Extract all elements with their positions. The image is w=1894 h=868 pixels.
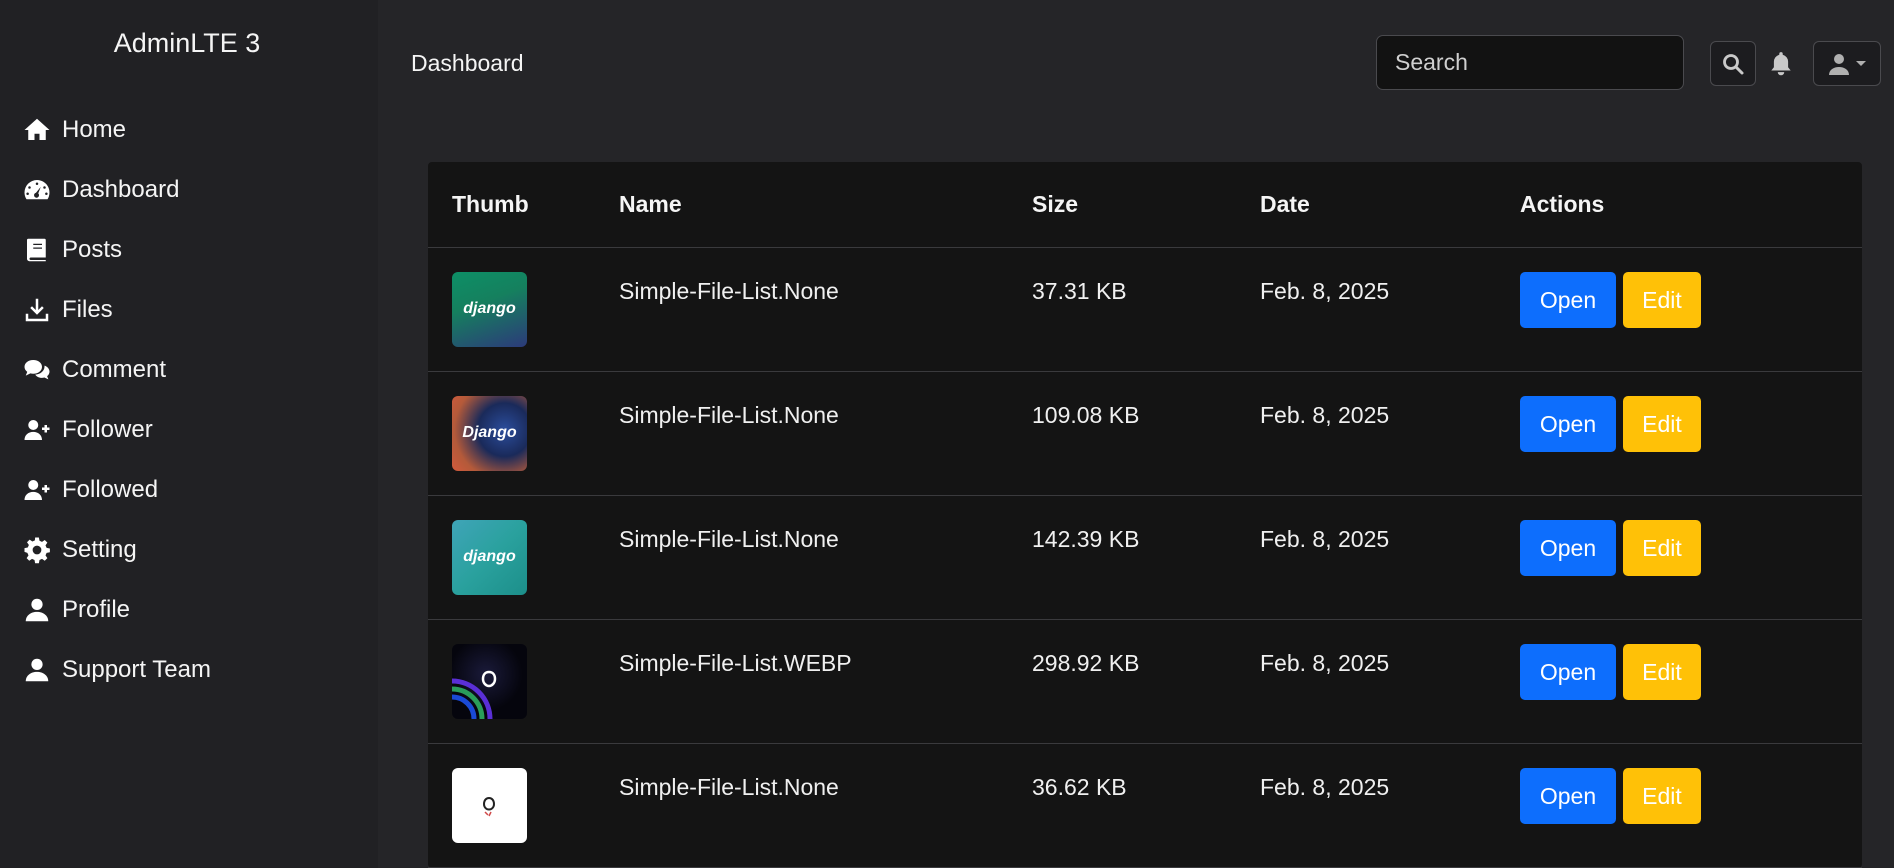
- file-name: Simple-File-List.None: [619, 743, 1032, 868]
- file-size: 298.92 KB: [1032, 619, 1260, 744]
- table-row: Simple-File-List.None 36.62 KB Feb. 8, 2…: [428, 743, 1862, 868]
- file-thumbnail[interactable]: django: [452, 271, 527, 347]
- sidebar-item-label: Dashboard: [62, 176, 180, 203]
- search-button[interactable]: [1710, 41, 1756, 86]
- sidebar-item-label: Files: [62, 296, 113, 323]
- edit-button[interactable]: Edit: [1623, 519, 1701, 576]
- table-row: django Simple-File-List.None 142.39 KB F…: [428, 495, 1862, 620]
- edit-button[interactable]: Edit: [1623, 643, 1701, 700]
- sidebar-item-label: Comment: [62, 356, 167, 383]
- user-icon: [25, 598, 49, 622]
- search-icon: [1723, 53, 1744, 74]
- sidebar-item-follower[interactable]: Follower: [0, 400, 378, 460]
- open-button[interactable]: Open: [1520, 271, 1616, 328]
- sidebar-item-home[interactable]: Home: [0, 100, 378, 160]
- sidebar-item-dashboard[interactable]: Dashboard: [0, 160, 378, 220]
- logo-image-icon: [452, 670, 497, 719]
- sidebar-item-profile[interactable]: Profile: [0, 580, 378, 640]
- open-button[interactable]: Open: [1520, 519, 1616, 576]
- file-size: 142.39 KB: [1032, 495, 1260, 620]
- sidebar-item-setting[interactable]: Setting: [0, 520, 378, 580]
- comments-icon: [24, 360, 50, 380]
- sidebar-item-label: Follower: [62, 416, 153, 443]
- sidebar: AdminLTE 3 Home Dashboard Posts Files Co…: [0, 0, 378, 868]
- user-dropdown-icon: [1829, 53, 1866, 75]
- sidebar-item-label: Home: [62, 116, 127, 143]
- file-thumbnail[interactable]: django: [452, 519, 527, 595]
- file-date: Feb. 8, 2025: [1260, 371, 1520, 496]
- main-content: Dashboard Thumb Name Size Date Actions d…: [378, 0, 1894, 868]
- sidebar-item-support-team[interactable]: Support Team: [0, 640, 378, 700]
- sidebar-item-followed[interactable]: Followed: [0, 460, 378, 520]
- sidebar-item-label: Setting: [62, 536, 137, 563]
- user-plus-icon: [24, 480, 50, 500]
- file-date: Feb. 8, 2025: [1260, 247, 1520, 372]
- column-header-actions: Actions: [1520, 162, 1862, 248]
- files-table: Thumb Name Size Date Actions django Simp…: [428, 162, 1862, 868]
- sidebar-item-posts[interactable]: Posts: [0, 220, 378, 280]
- file-date: Feb. 8, 2025: [1260, 619, 1520, 744]
- file-name: Simple-File-List.WEBP: [619, 619, 1032, 744]
- page-title: Dashboard: [411, 50, 524, 76]
- files-table-card: Thumb Name Size Date Actions django Simp…: [428, 162, 1862, 868]
- edit-button[interactable]: Edit: [1623, 395, 1701, 452]
- file-thumbnail[interactable]: [452, 643, 527, 719]
- file-date: Feb. 8, 2025: [1260, 743, 1520, 868]
- sidebar-item-label: Profile: [62, 596, 131, 623]
- table-row: django Simple-File-List.None 37.31 KB Fe…: [428, 247, 1862, 372]
- dashboard-gauge-icon: [24, 180, 50, 200]
- file-thumbnail[interactable]: Django: [452, 395, 527, 471]
- table-header-row: Thumb Name Size Date Actions: [428, 162, 1862, 248]
- file-name: Simple-File-List.None: [619, 371, 1032, 496]
- table-row: Simple-File-List.WEBP 298.92 KB Feb. 8, …: [428, 619, 1862, 744]
- open-button[interactable]: Open: [1520, 767, 1616, 824]
- column-header-date: Date: [1260, 162, 1520, 248]
- sidebar-item-comment[interactable]: Comment: [0, 340, 378, 400]
- book-icon: [27, 238, 46, 262]
- file-name: Simple-File-List.None: [619, 247, 1032, 372]
- brand-logo-text[interactable]: AdminLTE 3: [0, 28, 374, 59]
- file-size: 109.08 KB: [1032, 371, 1260, 496]
- file-name: Simple-File-List.None: [619, 495, 1032, 620]
- user-menu-button[interactable]: [1813, 41, 1881, 86]
- edit-button[interactable]: Edit: [1623, 767, 1701, 824]
- home-icon: [24, 118, 50, 140]
- search-input[interactable]: [1376, 35, 1684, 90]
- sidebar-item-label: Posts: [62, 236, 123, 263]
- edit-button[interactable]: Edit: [1623, 271, 1701, 328]
- open-button[interactable]: Open: [1520, 643, 1616, 700]
- file-size: 36.62 KB: [1032, 743, 1260, 868]
- sidebar-nav: Home Dashboard Posts Files Comment Follo…: [0, 100, 378, 700]
- open-button[interactable]: Open: [1520, 395, 1616, 452]
- bell-icon[interactable]: [1768, 50, 1794, 78]
- sidebar-item-label: Followed: [62, 476, 159, 503]
- table-row: Django Simple-File-List.None 109.08 KB F…: [428, 371, 1862, 496]
- column-header-name: Name: [619, 162, 1032, 248]
- file-thumbnail[interactable]: [452, 767, 527, 843]
- column-header-size: Size: [1032, 162, 1260, 248]
- download-icon: [25, 298, 49, 322]
- user-plus-icon: [24, 420, 50, 440]
- file-date: Feb. 8, 2025: [1260, 495, 1520, 620]
- file-size: 37.31 KB: [1032, 247, 1260, 372]
- column-header-thumb: Thumb: [428, 162, 619, 248]
- user-icon: [25, 658, 49, 682]
- gear-icon: [24, 537, 50, 564]
- logo-image-icon: [482, 796, 496, 816]
- sidebar-item-label: Support Team: [62, 656, 211, 683]
- sidebar-item-files[interactable]: Files: [0, 280, 378, 340]
